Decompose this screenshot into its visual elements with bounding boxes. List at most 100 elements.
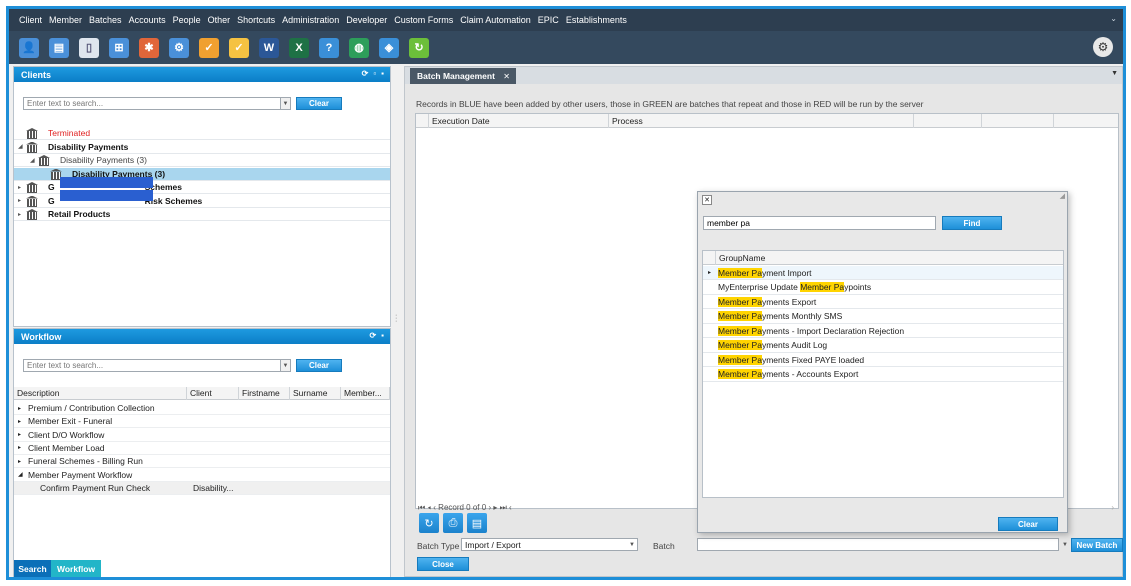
close-icon[interactable]: ✕ (702, 195, 712, 205)
security-user-icon[interactable]: ◈ (379, 37, 399, 58)
list-item[interactable]: Member Payments - Import Declaration Rej… (703, 324, 1063, 338)
splitter-handle[interactable]: · · · (395, 312, 397, 325)
menu-other[interactable]: Other (208, 15, 231, 25)
menu-accounts[interactable]: Accounts (129, 15, 166, 25)
chevron-down-icon[interactable]: ▼ (629, 542, 635, 548)
col-surname[interactable]: Surname (290, 386, 341, 400)
pin-icon[interactable]: ▪ (381, 69, 384, 78)
print-button[interactable]: ⎙ (443, 513, 463, 533)
list-item[interactable]: Member Payments Audit Log (703, 339, 1063, 353)
menu-developer[interactable]: Developer (346, 15, 387, 25)
settings-gear-icon[interactable]: ⚙ (1093, 37, 1113, 57)
tree-node[interactable]: ◢ Disability Payments (3) (14, 154, 390, 167)
collapsed-arrow-icon[interactable]: ▸ (18, 184, 26, 191)
scroll-right-icon[interactable]: › (1111, 503, 1114, 512)
col-member-[interactable]: Member... (341, 386, 390, 400)
word-icon[interactable]: W (259, 37, 279, 58)
chevron-down-icon[interactable]: ▼ (1062, 542, 1068, 548)
col-process[interactable]: Process (609, 114, 914, 128)
col-groupname[interactable]: GroupName (716, 253, 765, 263)
refresh-button[interactable]: ↻ (419, 513, 439, 533)
tab-search[interactable]: Search (14, 560, 51, 577)
menu-people[interactable]: People (173, 15, 201, 25)
list-item[interactable]: Member Payments Fixed PAYE loaded (703, 353, 1063, 367)
menu-administration[interactable]: Administration (282, 15, 339, 25)
chevron-down-icon[interactable]: ▼ (281, 359, 291, 372)
close-icon[interactable]: ✕ (503, 72, 510, 81)
chevron-down-icon[interactable]: ▼ (281, 97, 291, 110)
refresh-icon[interactable]: ⟳ (362, 69, 369, 78)
popup-search-input[interactable] (703, 216, 936, 230)
tree-node[interactable]: ◢ Disability Payments (14, 141, 390, 154)
checklist-icon[interactable]: ✓ (199, 37, 219, 58)
table-row[interactable]: ▸ Premium / Contribution Collection (14, 402, 390, 415)
table-row[interactable]: ◢ Member Payment Workflow (14, 469, 390, 482)
tree-node[interactable]: Terminated (14, 127, 390, 140)
list-item[interactable]: MyEnterprise Update Member Paypoints (703, 281, 1063, 295)
help-icon[interactable]: ? (319, 37, 339, 58)
list-item[interactable]: Member Payments Monthly SMS (703, 310, 1063, 324)
new-batch-button[interactable]: New Batch (1071, 538, 1123, 552)
col-blank[interactable] (982, 114, 1054, 128)
id-card-icon[interactable]: ▤ (49, 37, 69, 58)
col-blank[interactable] (914, 114, 982, 128)
people-icon[interactable]: 👤 (19, 37, 39, 58)
menu-batches[interactable]: Batches (89, 15, 122, 25)
expanded-arrow-icon[interactable]: ◢ (18, 471, 28, 478)
collapsed-arrow-icon[interactable]: ▸ (18, 405, 28, 412)
table-row[interactable]: ▸ Client D/O Workflow (14, 429, 390, 442)
menu-custom-forms[interactable]: Custom Forms (394, 15, 453, 25)
pin-icon[interactable]: ▪ (381, 331, 384, 340)
globe-icon[interactable]: ◍ (349, 37, 369, 58)
menu-establishments[interactable]: Establishments (566, 15, 627, 25)
expanded-arrow-icon[interactable]: ◢ (18, 143, 26, 150)
refresh-icon[interactable]: ⟳ (369, 331, 376, 340)
collapsed-arrow-icon[interactable]: ▸ (18, 444, 28, 451)
refresh-icon[interactable]: ↻ (409, 37, 429, 58)
find-button[interactable]: Find (942, 216, 1002, 230)
menu-member[interactable]: Member (49, 15, 82, 25)
col-execution-date[interactable]: Execution Date (429, 114, 609, 128)
molecule-icon[interactable]: ✱ (139, 37, 159, 58)
list-item[interactable]: ▸ Member Payment Import (703, 266, 1063, 280)
menu-shortcuts[interactable]: Shortcuts (237, 15, 275, 25)
clients-clear-button[interactable]: Clear (296, 97, 342, 110)
pager-nav-last-icon[interactable]: › ▸ ⏭ ‹ (488, 503, 511, 513)
menu-epic[interactable]: EPIC (538, 15, 559, 25)
collapsed-arrow-icon[interactable]: ▸ (18, 418, 28, 425)
chevron-down-icon[interactable]: ▼ (1111, 70, 1118, 77)
col-firstname[interactable]: Firstname (239, 386, 290, 400)
col-blank[interactable] (1054, 114, 1116, 128)
workflow-clear-button[interactable]: Clear (296, 359, 342, 372)
col-description[interactable]: Description (14, 386, 187, 400)
tree-node[interactable]: ▸ Retail Products (14, 208, 390, 221)
menu-claim-automation[interactable]: Claim Automation (460, 15, 531, 25)
excel-icon[interactable]: X (289, 37, 309, 58)
batch-type-select[interactable]: Import / Export ▼ (461, 538, 638, 551)
batch-select[interactable]: ▼ (697, 538, 1068, 551)
clipboard-check-icon[interactable]: ✓ (229, 37, 249, 58)
tab-batch-management[interactable]: Batch Management ✕ (410, 68, 516, 84)
collapsed-arrow-icon[interactable]: ▸ (18, 458, 28, 465)
minimize-icon[interactable]: ▫ (373, 69, 376, 78)
chevron-down-icon[interactable]: ⌄ (1110, 14, 1117, 23)
user-settings-icon[interactable]: ⚙ (169, 37, 189, 58)
export-document-button[interactable]: ▤ (467, 513, 487, 533)
hierarchy-icon[interactable]: ⊞ (109, 37, 129, 58)
clients-search-input[interactable]: Enter text to search... (23, 97, 281, 110)
workflow-search-input[interactable]: Enter text to search... (23, 359, 281, 372)
resize-grip-icon[interactable]: ◢ (1060, 192, 1065, 200)
collapsed-arrow-icon[interactable]: ▸ (18, 197, 26, 204)
list-item[interactable]: Member Payments Export (703, 295, 1063, 309)
close-button[interactable]: Close (417, 557, 469, 571)
pager-nav-first-icon[interactable]: ⏮ ◂ ‹ (418, 503, 436, 513)
collapsed-arrow-icon[interactable]: ▸ (18, 211, 26, 218)
col-client[interactable]: Client (187, 386, 239, 400)
list-item[interactable]: Member Payments - Accounts Export (703, 368, 1063, 382)
table-row[interactable]: ▸ Funeral Schemes - Billing Run (14, 455, 390, 469)
popup-clear-button[interactable]: Clear (998, 517, 1058, 531)
table-row[interactable]: Confirm Payment Run Check Disability... (14, 481, 390, 495)
collapsed-arrow-icon[interactable]: ▸ (18, 431, 28, 438)
tab-workflow[interactable]: Workflow (51, 560, 101, 577)
expanded-arrow-icon[interactable]: ◢ (30, 157, 38, 164)
